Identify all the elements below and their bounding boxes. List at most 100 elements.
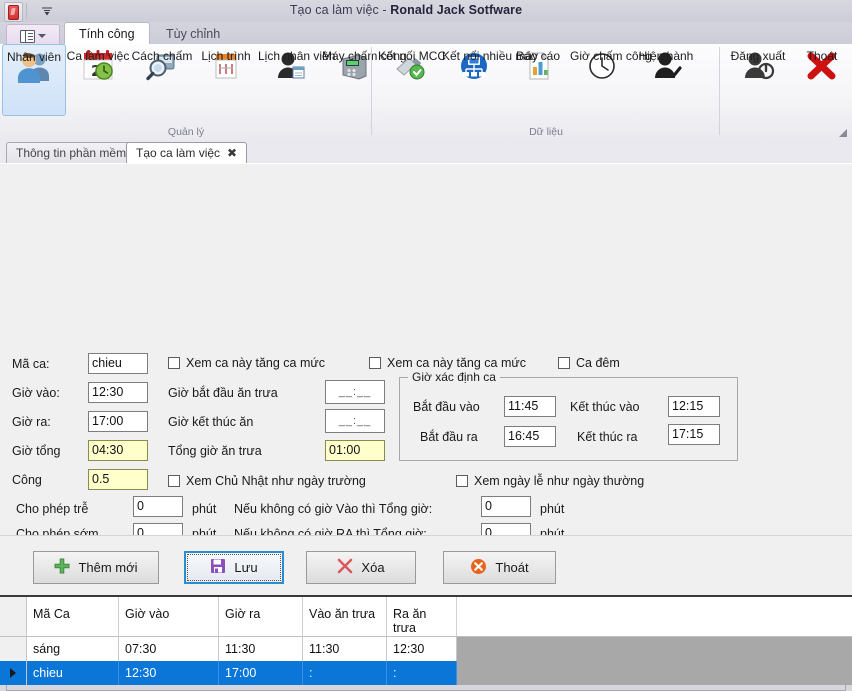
checkbox-box[interactable] bbox=[456, 475, 468, 487]
unit-khong-co-gio-vao: phút bbox=[540, 502, 564, 516]
ribbon-tab-tuy-chinh[interactable]: Tùy chỉnh bbox=[152, 22, 234, 44]
checkbox-xem-ca-tang-ca-muc-1[interactable]: Xem ca này tăng ca mức bbox=[168, 356, 325, 370]
chevron-down-icon bbox=[38, 34, 46, 38]
exit-button[interactable]: Thoát bbox=[443, 551, 556, 584]
checkbox-xem-ngay-le[interactable]: Xem ngày lễ như ngày thường bbox=[456, 474, 644, 488]
label-tong-gio-an-trua: Tổng giờ ăn trưa bbox=[168, 444, 262, 458]
grid-col-gio-ra[interactable]: Giờ ra bbox=[219, 597, 303, 636]
ribbon-button-label: Lịch nhân viên bbox=[258, 50, 322, 63]
close-icon[interactable]: ✖ bbox=[227, 147, 237, 159]
window-title-prefix: Tạo ca làm việc - bbox=[290, 3, 390, 17]
groupbox-title: Giờ xác định ca bbox=[408, 370, 500, 384]
label-ket-thuc-ra: Kết thúc ra bbox=[577, 430, 637, 444]
ribbon-button-cach-cham[interactable]: Cách chấm bbox=[130, 44, 194, 116]
input-cong[interactable]: 0.5 bbox=[88, 469, 148, 490]
checkbox-box[interactable] bbox=[369, 357, 381, 369]
grid-col-ma-ca[interactable]: Mã Ca bbox=[27, 597, 119, 636]
input-bat-dau-ra[interactable]: 16:45 bbox=[504, 426, 556, 447]
doc-tab-tao-ca-lam-viec[interactable]: Tạo ca làm việc ✖ bbox=[126, 142, 247, 163]
ribbon-button-thoat[interactable]: Thoát bbox=[790, 44, 852, 116]
grid-cell-ma-ca[interactable]: sáng bbox=[27, 637, 119, 661]
checkbox-box[interactable] bbox=[168, 475, 180, 487]
save-button[interactable]: Lưu bbox=[184, 551, 284, 584]
table-row[interactable]: sáng 07:30 11:30 11:30 12:30 bbox=[0, 637, 852, 661]
input-bat-dau-vao[interactable]: 11:45 bbox=[504, 396, 556, 417]
add-new-button[interactable]: Thêm mới bbox=[33, 551, 159, 584]
ribbon-button-nhan-vien[interactable]: Nhân viên bbox=[2, 44, 66, 116]
label-gio-tong: Giờ tổng bbox=[12, 444, 61, 458]
input-gio-bat-dau-an-trua[interactable]: __:__ bbox=[325, 380, 385, 404]
ribbon-group-label: Dữ liệu bbox=[372, 126, 720, 138]
input-ket-thuc-vao[interactable]: 12:15 bbox=[668, 396, 720, 417]
table-row[interactable]: chieu 12:30 17:00 : : bbox=[0, 661, 852, 685]
grid-body: sáng 07:30 11:30 11:30 12:30 chieu 12:30… bbox=[0, 637, 852, 685]
checkbox-xem-chu-nhat[interactable]: Xem Chủ Nhật như ngày trường bbox=[168, 474, 366, 488]
checkbox-box[interactable] bbox=[168, 357, 180, 369]
dialog-launcher-icon[interactable] bbox=[838, 127, 848, 137]
ribbon-button-lich-trinh[interactable]: Lịch trình bbox=[194, 44, 258, 116]
ribbon-button-ca-lam-viec[interactable]: 2 Ca làm việc bbox=[66, 44, 130, 116]
checkbox-label: Xem Chủ Nhật như ngày trường bbox=[186, 474, 366, 488]
grid-cell-gio-ra[interactable]: 17:00 bbox=[219, 661, 303, 685]
input-ket-thuc-ra[interactable]: 17:15 bbox=[668, 424, 720, 445]
doc-tab-thong-tin-phan-mem[interactable]: Thông tin phần mềm bbox=[6, 142, 136, 163]
ribbon-body: Nhân viên 2 bbox=[0, 44, 852, 141]
checkbox-xem-ca-tang-ca-muc-2[interactable]: Xem ca này tăng ca mức bbox=[369, 356, 526, 370]
unit-cho-phep-tre: phút bbox=[192, 502, 216, 516]
document-tab-strip: Thông tin phần mềm Tạo ca làm việc ✖ bbox=[0, 140, 852, 164]
window-title-brand: Ronald Jack Sotfware bbox=[390, 3, 522, 17]
grid-cell-ma-ca[interactable]: chieu bbox=[27, 661, 119, 685]
checkbox-label: Xem ca này tăng ca mức bbox=[186, 356, 325, 370]
groupbox-gio-xac-dinh-ca: Giờ xác định ca bbox=[399, 377, 738, 461]
grid-col-ra-an-trua[interactable]: Ra ăn trưa bbox=[387, 597, 457, 636]
checkbox-label: Ca đêm bbox=[576, 356, 620, 370]
grid-cell-gio-ra[interactable]: 11:30 bbox=[219, 637, 303, 661]
ribbon-tab-tinh-cong[interactable]: Tính công bbox=[64, 22, 150, 44]
checkbox-ca-dem[interactable]: Ca đêm bbox=[558, 356, 620, 370]
save-icon bbox=[210, 558, 226, 577]
ribbon-group-session: Đăng xuất Thoát bbox=[720, 44, 852, 140]
grid-header-row: Mã Ca Giờ vào Giờ ra Vào ăn trưa Ra ăn t… bbox=[0, 597, 852, 637]
ribbon-button-hien-hanh[interactable]: Hiện hành bbox=[634, 44, 698, 116]
ribbon-group-label: Quản lý bbox=[0, 126, 372, 138]
input-gio-vao[interactable]: 12:30 bbox=[88, 382, 148, 403]
delete-button[interactable]: Xóa bbox=[306, 551, 416, 584]
label-gio-ra: Giờ ra: bbox=[12, 415, 51, 429]
ribbon-button-label: Ca làm việc bbox=[67, 50, 130, 63]
shift-data-grid[interactable]: Mã Ca Giờ vào Giờ ra Vào ăn trưa Ra ăn t… bbox=[0, 595, 852, 685]
label-gio-vao: Giờ vào: bbox=[12, 386, 60, 400]
input-gio-ra[interactable]: 17:00 bbox=[88, 411, 148, 432]
title-bar: Tạo ca làm việc - Ronald Jack Sotfware bbox=[0, 0, 852, 22]
input-ma-ca[interactable]: chieu bbox=[88, 353, 148, 374]
ribbon-button-label: Hiện hành bbox=[639, 50, 694, 63]
input-gio-ket-thuc-an[interactable]: __:__ bbox=[325, 409, 385, 433]
plus-icon bbox=[54, 558, 70, 577]
ribbon-button-ket-noi-mcc[interactable]: Kết nối MCC bbox=[378, 44, 442, 116]
ribbon-button-gio-cham-cong[interactable]: Giờ chấm công bbox=[570, 44, 634, 116]
input-gio-tong[interactable]: 04:30 bbox=[88, 440, 148, 461]
ribbon-button-bao-cao[interactable]: Báo cáo bbox=[506, 44, 570, 116]
label-cong: Công bbox=[12, 473, 42, 487]
label-cho-phep-tre: Cho phép trễ bbox=[16, 502, 88, 516]
grid-cell-ra-an-trua[interactable]: 12:30 bbox=[387, 637, 457, 661]
application-window: Tạo ca làm việc - Ronald Jack Sotfware T… bbox=[0, 0, 852, 685]
grid-cell-ra-an-trua[interactable]: : bbox=[387, 661, 457, 685]
ribbon-button-ket-noi-nhieu-may[interactable]: Kết nối nhiều máy bbox=[442, 44, 506, 116]
label-ket-thuc-vao: Kết thúc vào bbox=[570, 400, 640, 414]
ribbon-button-lich-nhan-vien[interactable]: Lịch nhân viên bbox=[258, 44, 322, 116]
grid-cell-gio-vao[interactable]: 07:30 bbox=[119, 637, 219, 661]
label-ma-ca: Mã ca: bbox=[12, 357, 50, 371]
checkbox-box[interactable] bbox=[558, 357, 570, 369]
grid-col-vao-an-trua[interactable]: Vào ăn trưa bbox=[303, 597, 387, 636]
ribbon-button-dang-xuat[interactable]: Đăng xuất bbox=[726, 44, 790, 116]
ribbon-group-du-lieu: Kết nối MCC Kết nố bbox=[372, 44, 720, 140]
grid-col-gio-vao[interactable]: Giờ vào bbox=[119, 597, 219, 636]
grid-cell-vao-an-trua[interactable]: : bbox=[303, 661, 387, 685]
grid-cell-gio-vao[interactable]: 12:30 bbox=[119, 661, 219, 685]
input-tong-gio-an-trua[interactable]: 01:00 bbox=[325, 440, 385, 461]
grid-header-filler bbox=[457, 597, 852, 636]
input-khong-co-gio-vao[interactable]: 0 bbox=[481, 496, 531, 517]
input-cho-phep-tre[interactable]: 0 bbox=[133, 496, 183, 517]
ribbon-button-label: Báo cáo bbox=[516, 50, 560, 63]
grid-cell-vao-an-trua[interactable]: 11:30 bbox=[303, 637, 387, 661]
